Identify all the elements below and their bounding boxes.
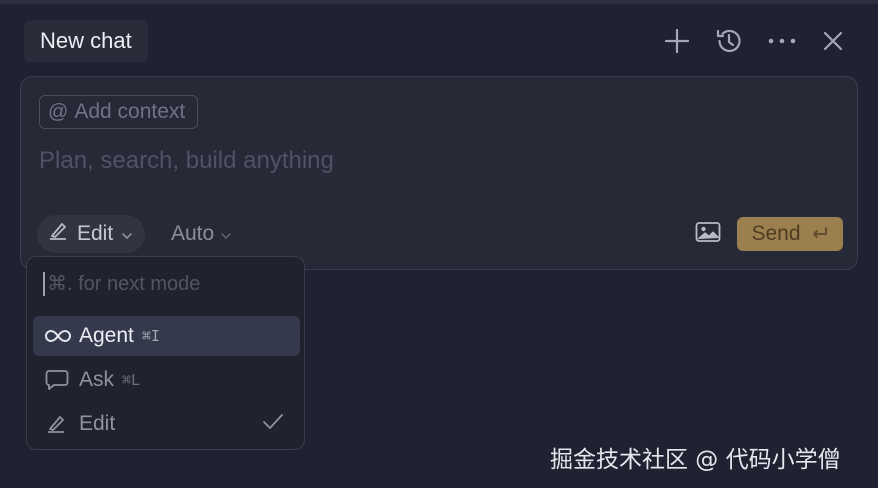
watermark: 掘金技术社区 @ 代码小学僧 <box>550 447 841 473</box>
mode-label: Edit <box>77 222 114 245</box>
close-icon[interactable] <box>816 24 850 58</box>
composer: @ Add context Plan, search, build anythi… <box>20 76 858 270</box>
pencil-icon <box>45 412 73 436</box>
text-caret <box>43 271 45 296</box>
infinity-icon <box>45 324 73 348</box>
send-label: Send <box>751 222 801 245</box>
checkmark-icon <box>262 412 284 437</box>
send-button[interactable]: Send <box>737 217 843 251</box>
top-divider <box>0 0 878 4</box>
chat-bubble-icon <box>45 368 73 392</box>
pencil-icon <box>47 220 69 248</box>
enter-key-icon <box>811 222 829 246</box>
chat-tab-title: New chat <box>40 28 132 53</box>
chevron-down-icon <box>121 222 133 246</box>
menu-item-ask[interactable]: Ask ⌘L <box>33 360 300 400</box>
mode-dropdown-menu: ⌘. for next mode Agent ⌘I Ask ⌘L Edit <box>26 256 305 450</box>
at-icon: @ <box>48 100 69 123</box>
mode-search-input[interactable]: ⌘. for next mode <box>43 271 200 296</box>
menu-item-ask-label: Ask <box>79 368 115 391</box>
chevron-down-icon <box>220 222 232 246</box>
more-icon[interactable] <box>765 24 799 58</box>
menu-item-agent[interactable]: Agent ⌘I <box>33 316 300 356</box>
mode-hint-text: ⌘. for next mode <box>47 273 201 295</box>
chat-tab[interactable]: New chat <box>24 20 148 62</box>
add-context-button[interactable]: @ Add context <box>39 95 199 129</box>
menu-item-ask-shortcut: ⌘L <box>122 371 141 389</box>
menu-item-agent-shortcut: ⌘I <box>141 327 160 345</box>
history-icon[interactable] <box>712 24 746 58</box>
mode-selector-button[interactable]: Edit <box>37 215 146 253</box>
menu-item-edit-label: Edit <box>79 412 116 435</box>
menu-item-edit[interactable]: Edit <box>33 404 300 444</box>
message-input[interactable]: Plan, search, build anything <box>39 147 334 175</box>
menu-item-agent-label: Agent <box>79 324 134 347</box>
plus-icon[interactable] <box>660 24 694 58</box>
image-icon[interactable] <box>695 221 721 247</box>
model-selector-button[interactable]: Auto <box>171 215 232 253</box>
model-label: Auto <box>171 222 215 245</box>
add-context-label: Add context <box>74 100 186 123</box>
